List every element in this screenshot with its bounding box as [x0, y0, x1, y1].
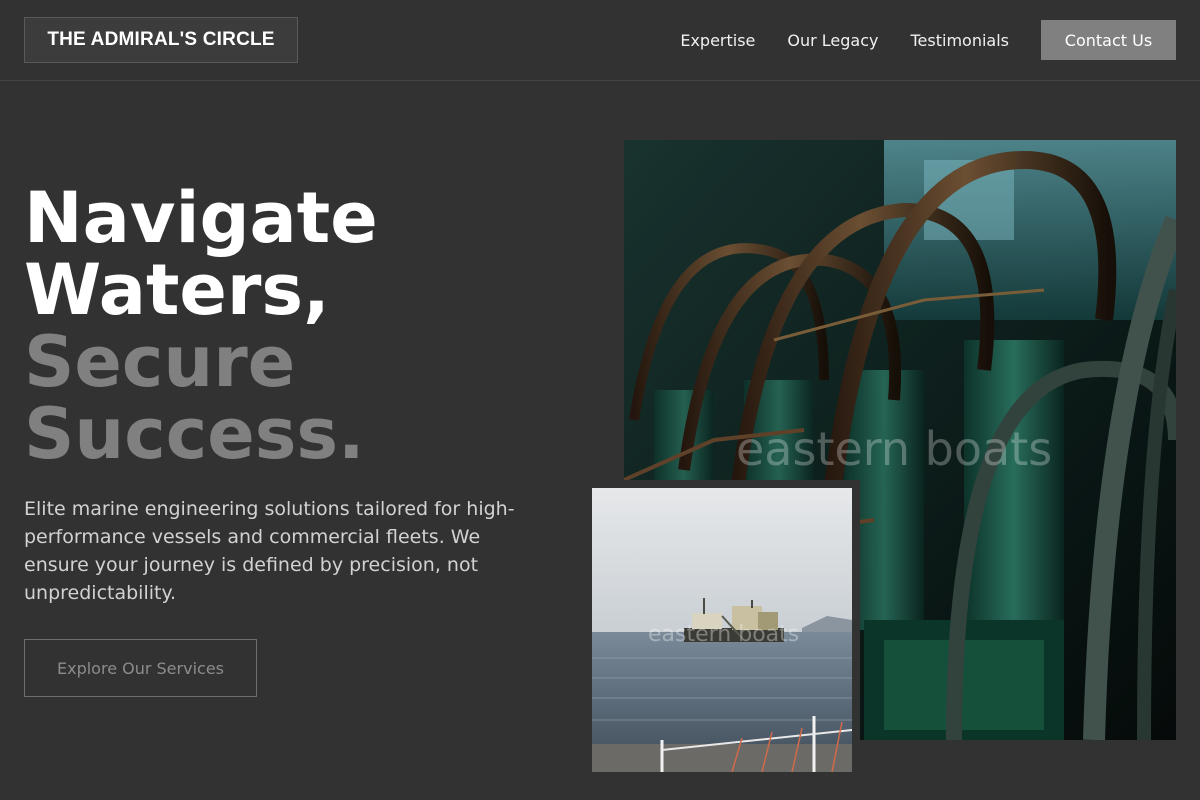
hero-title-accent-line-2: Success. [24, 393, 365, 475]
nav-link-testimonials[interactable]: Testimonials [911, 31, 1010, 50]
hero-title: Navigate Waters, Secure Success. [24, 182, 584, 470]
site-header: THE ADMIRAL'S CIRCLE Expertise Our Legac… [0, 0, 1200, 81]
hero-title-accent-line-1: Secure [24, 321, 296, 403]
hero-description: Elite marine engineering solutions tailo… [24, 498, 515, 604]
main-nav: Expertise Our Legacy Testimonials Contac… [680, 20, 1176, 60]
explore-services-button[interactable]: Explore Our Services [24, 639, 257, 697]
hero-title-line-2: Waters, [24, 249, 330, 331]
brand-logo[interactable]: THE ADMIRAL'S CIRCLE [24, 17, 298, 63]
nav-link-our-legacy[interactable]: Our Legacy [787, 31, 878, 50]
nav-link-expertise[interactable]: Expertise [680, 31, 755, 50]
dredger-ship-image: eastern boats [584, 480, 860, 780]
contact-us-button[interactable]: Contact Us [1041, 20, 1176, 60]
ship-at-sea-illustration [592, 488, 852, 772]
hero-title-line-1: Navigate [24, 177, 378, 259]
